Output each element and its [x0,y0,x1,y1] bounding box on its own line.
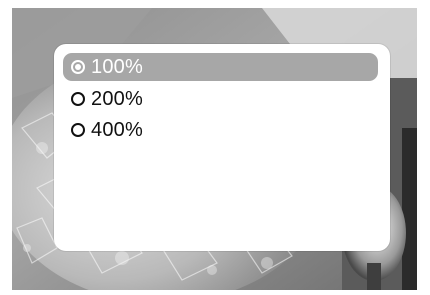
device-frame: 100% 200% 400% [0,0,430,295]
zoom-menu-panel: 100% 200% 400% [54,44,390,251]
radio-dot [75,64,81,70]
zoom-option-200[interactable]: 200% [63,85,378,113]
zoom-option-100[interactable]: 100% [63,53,378,81]
zoom-option-label: 400% [91,119,143,141]
zoom-option-400[interactable]: 400% [63,116,378,144]
radio-unselected-icon [71,123,85,137]
zoom-option-label: 100% [91,56,143,78]
camera-screen: 100% 200% 400% [12,8,417,290]
zoom-option-label: 200% [91,88,143,110]
radio-unselected-icon [71,92,85,106]
radio-selected-icon [71,60,85,74]
